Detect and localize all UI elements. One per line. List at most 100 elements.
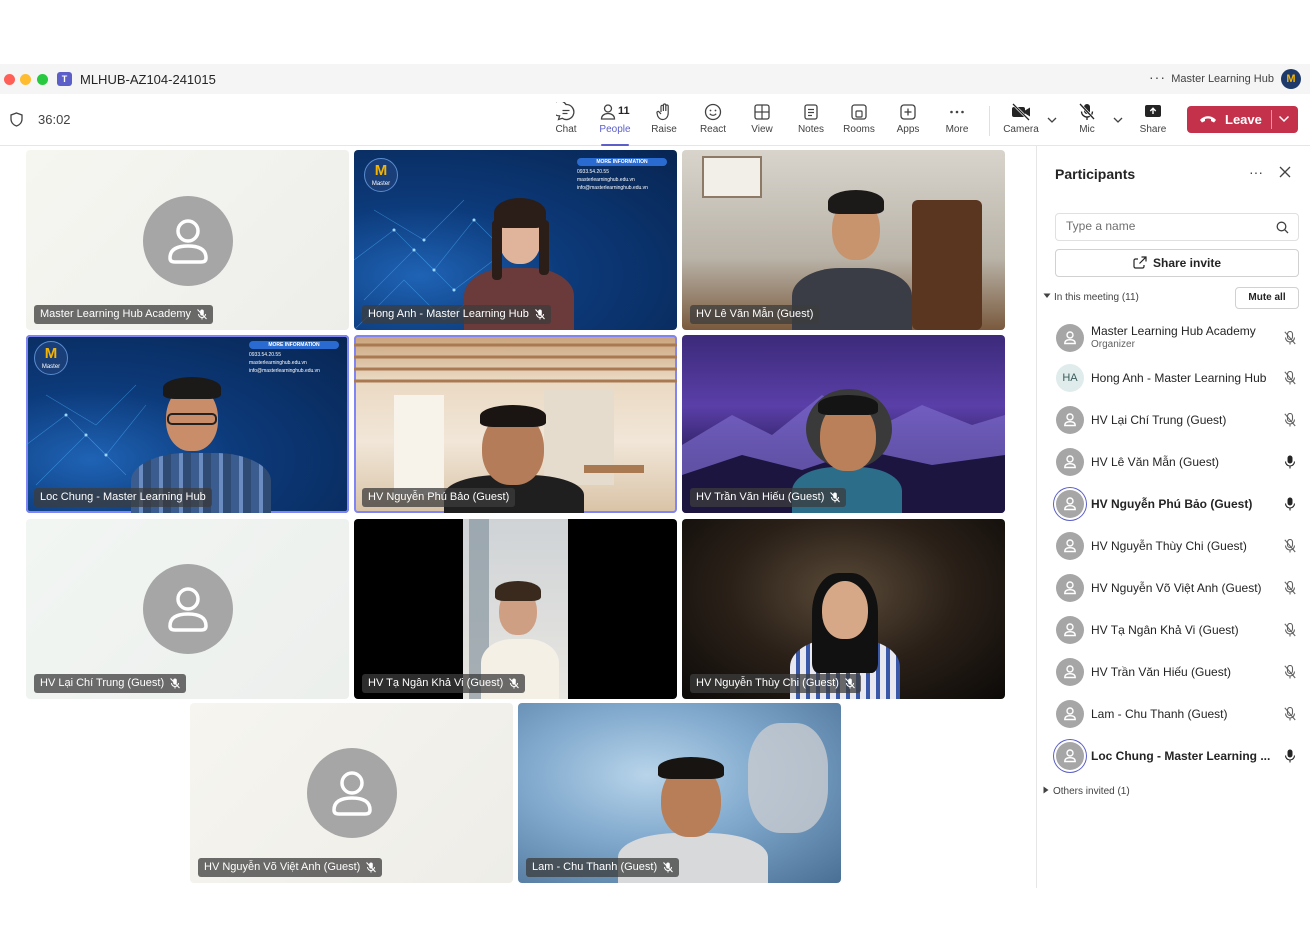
mic-on-icon [1284, 455, 1296, 469]
avatar [1056, 616, 1084, 644]
mute-all-button[interactable]: Mute all [1235, 287, 1299, 309]
search-input[interactable] [1066, 219, 1266, 233]
participant-row[interactable]: Loc Chung - Master Learning ... [1037, 736, 1310, 778]
mic-off-icon [663, 862, 674, 873]
person-icon [1064, 665, 1076, 679]
people-count: 11 [618, 105, 630, 117]
mic-off-icon [1284, 413, 1296, 427]
rooms-button[interactable]: Rooms [835, 102, 883, 142]
video-tile[interactable]: HV Nguyễn Phú Bảo (Guest) [354, 335, 677, 513]
mic-off-icon [1284, 623, 1296, 637]
person-icon [168, 587, 208, 632]
person-icon [1064, 455, 1076, 469]
avatar [1056, 490, 1084, 518]
camera-button[interactable]: Camera [997, 102, 1045, 142]
video-tile[interactable]: HV Nguyễn Võ Việt Anh (Guest) [190, 703, 513, 883]
mic-options-chevron-icon[interactable] [1113, 116, 1123, 124]
share-invite-button[interactable]: Share invite [1055, 249, 1299, 277]
rooms-label: Rooms [843, 124, 875, 135]
more-label: More [945, 124, 969, 135]
avatar: HA [1056, 364, 1084, 392]
leave-options-chevron-icon[interactable] [1278, 115, 1290, 123]
close-icon[interactable] [1279, 166, 1291, 178]
avatar [1056, 574, 1084, 602]
window-title: MLHUB-AZ104-241015 [80, 72, 216, 87]
video-tile[interactable]: HV Trần Văn Hiếu (Guest) [682, 335, 1005, 513]
mic-off-icon [170, 678, 181, 689]
person-icon [1064, 539, 1076, 553]
participant-name-tag: Loc Chung - Master Learning Hub [34, 488, 212, 507]
chat-label: Chat [555, 124, 577, 135]
view-label: View [751, 124, 773, 135]
participant-row[interactable]: HV Lại Chí Trung (Guest) [1037, 400, 1310, 442]
video-tile[interactable]: HV Nguyễn Thùy Chi (Guest) [682, 519, 1005, 699]
notes-button[interactable]: Notes [787, 102, 835, 142]
mic-off-icon [1284, 371, 1296, 385]
mic-off-icon [197, 309, 207, 320]
avatar [1056, 742, 1084, 770]
avatar [143, 564, 233, 654]
participant-name-tag: HV Lê Văn Mẫn (Guest) [690, 305, 820, 324]
participant-name: HV Lại Chí Trung (Guest) [1091, 413, 1227, 427]
mic-label: Mic [1079, 124, 1095, 135]
avatar [1056, 700, 1084, 728]
camera-off-icon [1012, 103, 1030, 121]
video-tile[interactable]: M Master MORE INFORMATION 0933.54.20.55 m… [26, 335, 349, 513]
minimize-window-button[interactable] [20, 74, 31, 85]
share-screen-icon [1145, 105, 1161, 117]
in-meeting-label: In this meeting (11) [1054, 292, 1139, 303]
participant-row[interactable]: HV Nguyễn Thùy Chi (Guest) [1037, 526, 1310, 568]
contact-info-card: MORE INFORMATION 0933.54.20.55 masterlea… [249, 341, 339, 376]
others-invited-toggle[interactable]: Others invited (1) [1043, 786, 1130, 797]
more-icon [950, 110, 964, 114]
participant-row[interactable]: HA Hong Anh - Master Learning Hub [1037, 358, 1310, 400]
title-bar: T MLHUB-AZ104-241015 ··· Master Learning… [0, 64, 1310, 94]
people-button[interactable]: 11 People [591, 102, 639, 146]
participant-row[interactable]: HV Trần Văn Hiếu (Guest) [1037, 652, 1310, 694]
chat-button[interactable]: Chat [542, 102, 590, 142]
close-window-button[interactable] [4, 74, 15, 85]
video-tile[interactable]: M Master MORE INFORMATION 0933.54.20.55 m… [354, 150, 677, 330]
people-icon [600, 104, 616, 120]
participant-name: HV Tạ Ngân Khả Vi (Guest) [1091, 623, 1239, 637]
video-tile[interactable]: Master Learning Hub Academy [26, 150, 349, 330]
mic-off-icon [1284, 331, 1296, 345]
react-button[interactable]: React [689, 102, 737, 142]
mic-button[interactable]: Mic [1063, 102, 1111, 142]
video-tile[interactable]: HV Tạ Ngân Khả Vi (Guest) [354, 519, 677, 699]
participant-row[interactable]: HV Lê Văn Mẫn (Guest) [1037, 442, 1310, 484]
mic-on-icon [1284, 749, 1296, 763]
apps-button[interactable]: Apps [884, 102, 932, 142]
more-options-icon[interactable]: ··· [1149, 69, 1166, 85]
participant-row[interactable]: Master Learning Hub Academy Organizer [1037, 318, 1310, 360]
participant-row[interactable]: HV Tạ Ngân Khả Vi (Guest) [1037, 610, 1310, 652]
video-tile[interactable]: Lam - Chu Thanh (Guest) [518, 703, 841, 883]
in-meeting-section-toggle[interactable]: In this meeting (11) [1043, 292, 1139, 303]
mic-off-icon [366, 862, 377, 873]
mic-off-icon [1284, 581, 1296, 595]
mic-off-icon [1284, 539, 1296, 553]
more-button[interactable]: More [933, 102, 981, 142]
participant-row[interactable]: Lam - Chu Thanh (Guest) [1037, 694, 1310, 736]
participant-role: Organizer [1091, 339, 1135, 350]
participant-row[interactable]: HV Nguyễn Võ Việt Anh (Guest) [1037, 568, 1310, 610]
participant-name-tag: HV Lại Chí Trung (Guest) [34, 674, 187, 693]
chevron-right-icon [1043, 786, 1049, 794]
panel-more-options-icon[interactable]: ··· [1249, 164, 1263, 180]
camera-options-chevron-icon[interactable] [1047, 116, 1057, 124]
video-tile[interactable]: HV Lại Chí Trung (Guest) [26, 519, 349, 699]
participant-name: Master Learning Hub Academy [40, 308, 192, 320]
participant-row[interactable]: HV Nguyễn Phú Bảo (Guest) [1037, 484, 1310, 526]
apps-label: Apps [896, 124, 920, 135]
view-button[interactable]: View [738, 102, 786, 142]
participant-name: Lam - Chu Thanh (Guest) [1091, 707, 1228, 721]
person-icon [1064, 749, 1076, 763]
raise-hand-button[interactable]: Raise [640, 102, 688, 142]
share-button[interactable]: Share [1129, 102, 1177, 142]
leave-button[interactable]: Leave [1187, 106, 1298, 133]
furniture [912, 200, 982, 330]
maximize-window-button[interactable] [37, 74, 48, 85]
master-logo: M Master [364, 158, 398, 192]
video-tile[interactable]: HV Lê Văn Mẫn (Guest) [682, 150, 1005, 330]
org-avatar[interactable]: M [1281, 69, 1301, 89]
